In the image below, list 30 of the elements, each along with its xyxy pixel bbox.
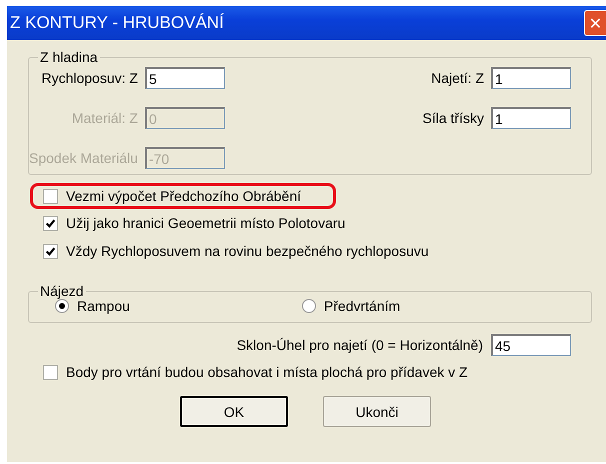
checkbox[interactable] [43,188,58,204]
group-title: Nájezd [38,283,86,299]
window-title: Z KONTURY - HRUBOVÁNÍ [9,13,224,33]
input-field[interactable]: 45 [491,334,571,356]
check-icon [45,218,56,228]
ok-button[interactable]: OK [180,396,288,427]
radio-label: Předvrtáním [324,298,400,314]
input-field[interactable]: 5 [144,67,225,89]
checkbox[interactable] [43,364,58,380]
group-title: Z hladina [38,49,100,65]
field-label: Materiál: Z [72,110,138,126]
checkbox-label: Body pro vrtání budou obsahovat i místa plochá pro přídavek v Z [66,364,468,380]
radio-button[interactable] [302,299,316,313]
checkbox-label: Vždy Rychloposuvem na rovinu bezpečného rychloposuvu [66,243,429,259]
input-field[interactable]: 1 [491,107,571,129]
radio-button[interactable] [55,299,69,313]
field-label: Síla třísky [422,110,484,126]
input-field[interactable]: 1 [491,67,571,89]
field-label: Najetí: Z [431,70,484,86]
check-icon [45,246,56,256]
field-label: Sklon-Úhel pro najetí (0 = Horizontálně) [236,337,483,353]
checkbox[interactable] [43,244,58,258]
checkbox[interactable] [43,216,58,230]
field-label: Rychloposuv: Z [41,70,138,86]
field-label: Spodek Materiálu [29,150,138,166]
checkbox-label: Vezmi výpočet Předchozího Obrábění [66,188,302,204]
cancel-button[interactable]: Ukonči [323,396,431,427]
close-button[interactable]: ✕ [584,10,606,36]
radio-label: Rampou [77,298,130,314]
checkbox-label: Užij jako hranici Geoemetrii místo Polotovaru [66,215,346,231]
